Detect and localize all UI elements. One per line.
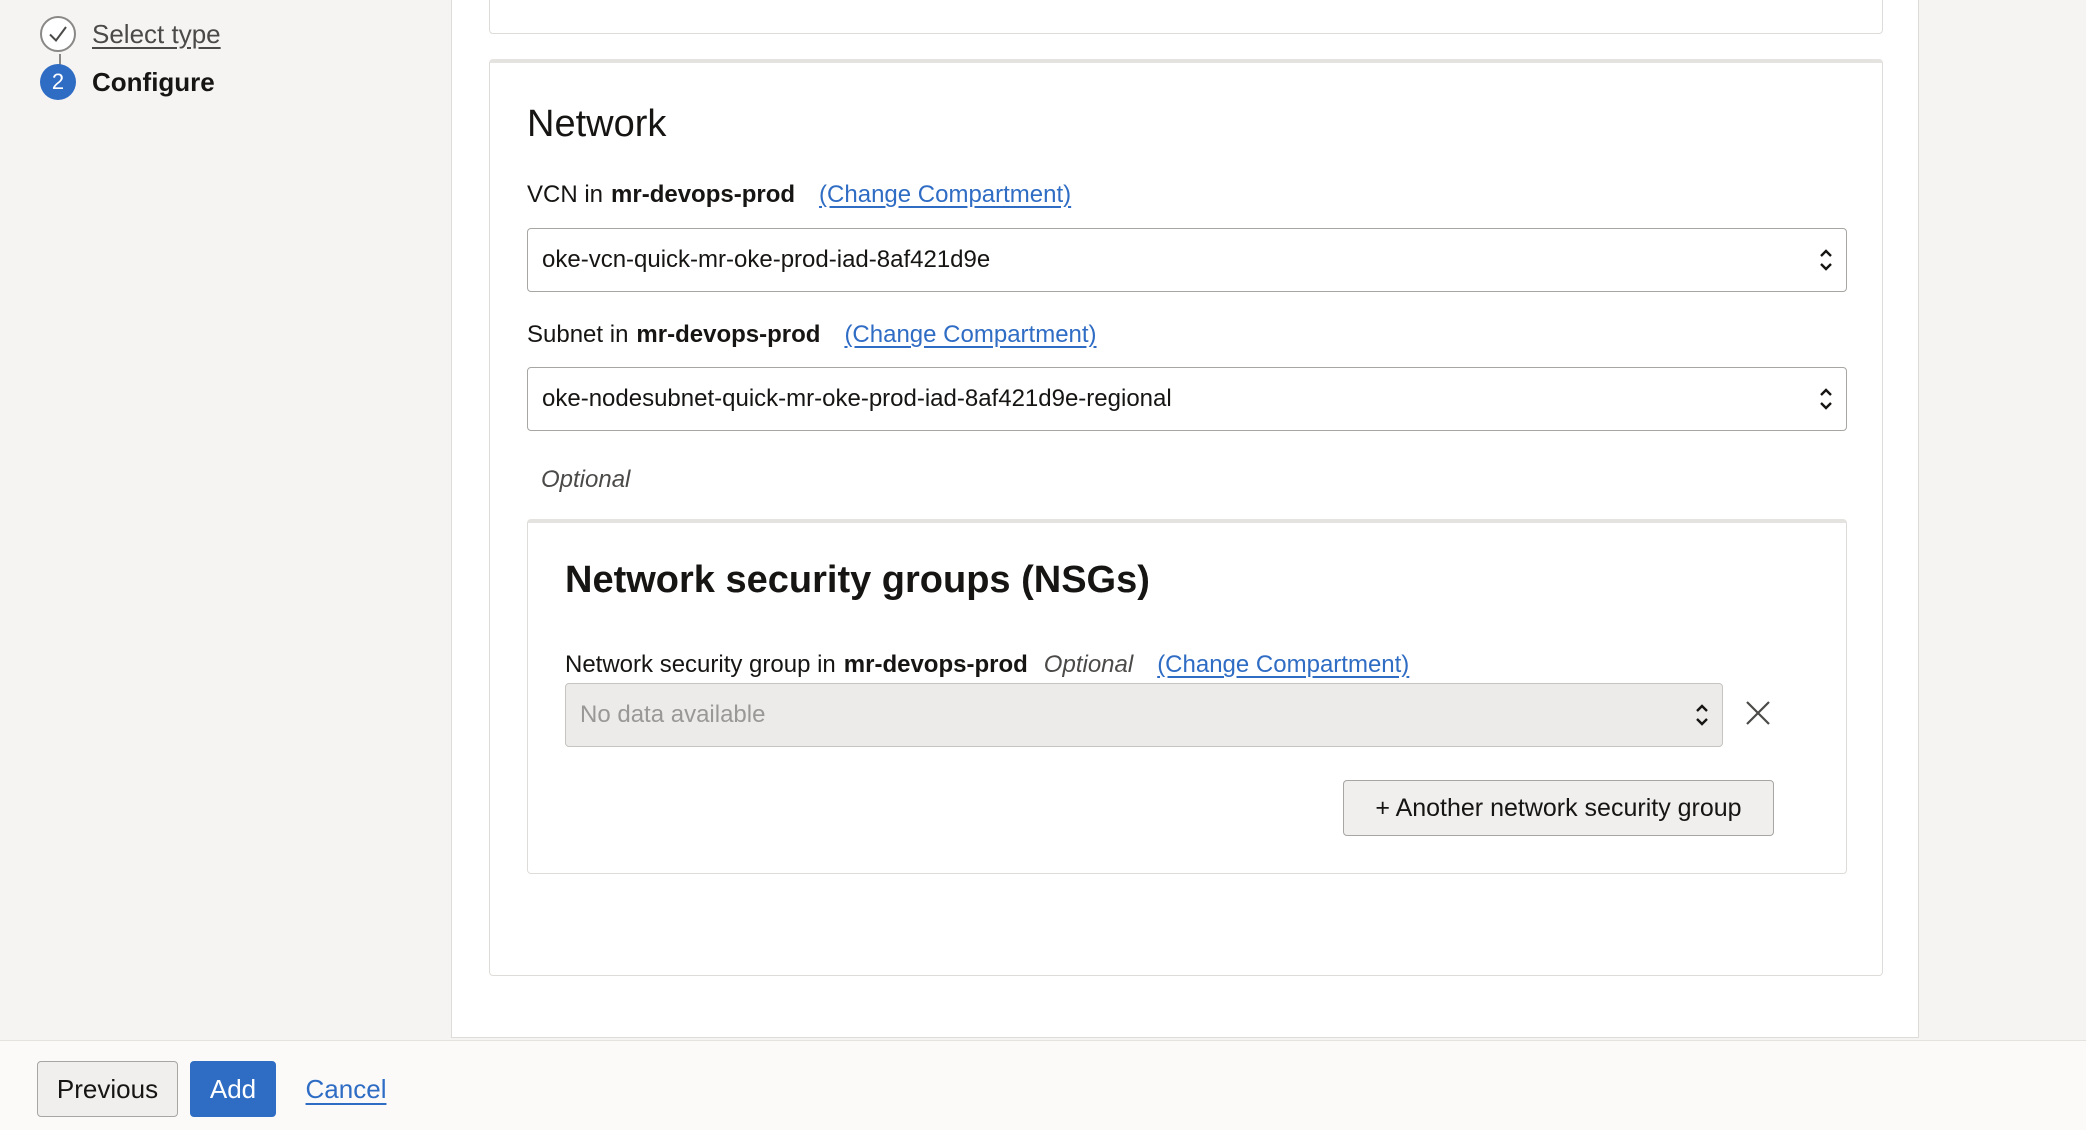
nsg-optional-tag: Optional [1043,651,1134,678]
step-configure: 2 Configure [40,64,221,100]
up-down-chevron-icon [1806,367,1846,431]
cancel-link[interactable]: Cancel [296,1061,396,1117]
vcn-label: VCN in mr-devops-prod (Change Compartmen… [527,181,1071,209]
nsg-select-placeholder: No data available [580,701,766,728]
nsg-select[interactable]: No data available [565,683,1723,747]
nsg-change-compartment-link[interactable]: (Change Compartment) [1157,651,1409,679]
subnet-optional-note: Optional [541,466,631,493]
vcn-select-value: oke-vcn-quick-mr-oke-prod-iad-8af421d9e [542,246,991,273]
nsg-label: Network security group in mr-devops-prod… [565,651,1409,679]
remove-nsg-button[interactable] [1738,693,1778,733]
vcn-change-compartment-link[interactable]: (Change Compartment) [819,181,1071,209]
wizard-stepper: Select type 2 Configure [40,16,221,112]
vcn-label-prefix: VCN in [527,181,604,208]
close-icon [1746,701,1770,725]
previous-button[interactable]: Previous [37,1061,178,1117]
step-label-configure: Configure [92,66,215,97]
up-down-chevron-icon [1806,228,1846,292]
previous-section-card [489,0,1883,34]
add-another-nsg-button[interactable]: + Another network security group [1343,780,1774,836]
nsg-section: Network security groups (NSGs) Network s… [527,519,1847,874]
step-select-type[interactable]: Select type [40,16,221,68]
subnet-change-compartment-link[interactable]: (Change Compartment) [844,321,1096,349]
subnet-select[interactable]: oke-nodesubnet-quick-mr-oke-prod-iad-8af… [527,367,1847,431]
page: Select type 2 Configure Network VCN in m… [0,0,2086,1130]
subnet-label-prefix: Subnet in [527,321,629,348]
check-icon [40,16,76,52]
subnet-select-value: oke-nodesubnet-quick-mr-oke-prod-iad-8af… [542,385,1172,412]
vcn-select[interactable]: oke-vcn-quick-mr-oke-prod-iad-8af421d9e [527,228,1847,292]
add-button[interactable]: Add [190,1061,276,1117]
subnet-label: Subnet in mr-devops-prod (Change Compart… [527,321,1097,349]
footer-bar: Previous Add Cancel [0,1040,2086,1130]
vcn-compartment-name: mr-devops-prod [611,181,796,208]
subnet-compartment-name: mr-devops-prod [636,321,821,348]
network-section: Network VCN in mr-devops-prod (Change Co… [489,59,1883,976]
step-label-select-type[interactable]: Select type [92,19,221,50]
network-title: Network [527,103,667,145]
nsg-title: Network security groups (NSGs) [565,559,1150,601]
nsg-label-prefix: Network security group in [565,651,836,678]
step-number-badge: 2 [40,64,76,100]
main-panel: Network VCN in mr-devops-prod (Change Co… [451,0,1919,1038]
up-down-chevron-icon [1682,683,1722,747]
nsg-compartment-name: mr-devops-prod [843,651,1028,678]
